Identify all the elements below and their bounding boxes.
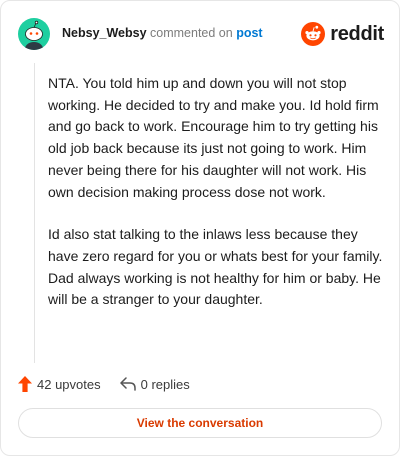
upvote-stat[interactable]: 42 upvotes bbox=[18, 376, 101, 392]
embedded-comment-card: Nebsy_Websy commented on post reddit NTA… bbox=[0, 0, 400, 456]
reply-arrow-icon bbox=[119, 377, 136, 391]
upvote-count: 42 upvotes bbox=[37, 376, 101, 392]
action-text: commented on bbox=[150, 26, 233, 40]
comment-paragraph: NTA. You told him up and down you will n… bbox=[48, 75, 379, 200]
post-link[interactable]: post bbox=[236, 26, 262, 40]
comment-byline: Nebsy_Websy commented on post bbox=[62, 26, 263, 40]
upvote-arrow-icon bbox=[18, 376, 32, 392]
reddit-wordmark: reddit bbox=[330, 22, 384, 45]
comment-body: NTA. You told him up and down you will n… bbox=[48, 73, 388, 332]
comment-header: Nebsy_Websy commented on post reddit bbox=[18, 18, 384, 50]
reply-count: 0 replies bbox=[140, 376, 190, 392]
user-avatar[interactable] bbox=[18, 18, 50, 50]
reddit-snoo-icon bbox=[301, 22, 326, 46]
view-conversation-button[interactable]: View the conversation bbox=[18, 408, 382, 438]
comment-paragraph: Id also stat talking to the inlaws less … bbox=[48, 226, 383, 308]
reddit-logo[interactable]: reddit bbox=[301, 20, 384, 48]
username-link[interactable]: Nebsy_Websy bbox=[62, 26, 147, 40]
reply-stat[interactable]: 0 replies bbox=[119, 376, 190, 392]
comment-stats: 42 upvotes 0 replies bbox=[18, 374, 190, 394]
thread-line bbox=[34, 63, 35, 363]
